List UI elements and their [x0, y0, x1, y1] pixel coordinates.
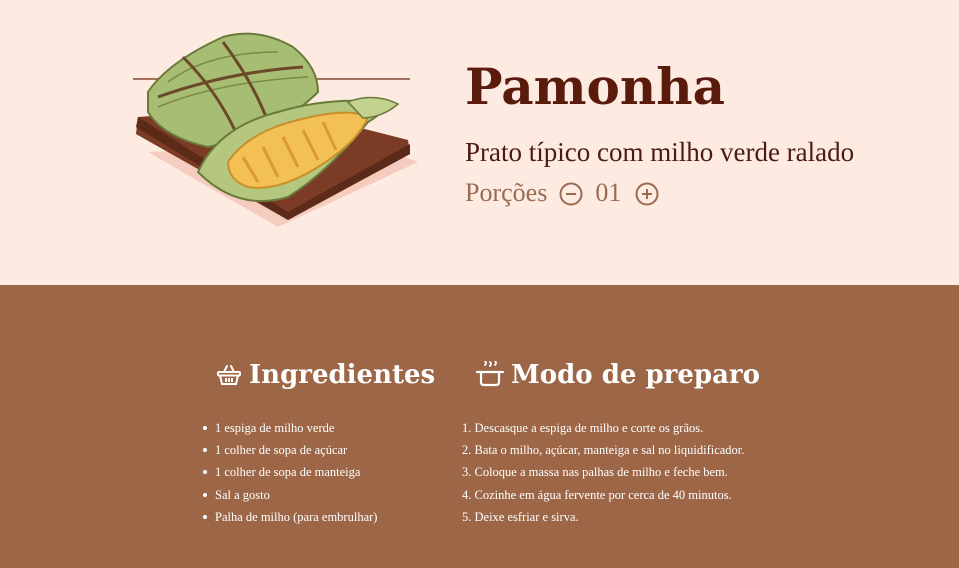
minus-circle-icon [559, 182, 583, 206]
list-item: 1 colher de sopa de manteiga [201, 461, 445, 483]
ingredients-title: Ingredientes [249, 360, 436, 390]
plus-circle-icon [635, 182, 659, 206]
increase-servings-button[interactable] [635, 181, 659, 206]
list-item: 1 colher de sopa de açúcar [201, 439, 445, 461]
recipe-header: Pamonha Prato típico com milho verde ral… [0, 0, 959, 285]
list-item: Palha de milho (para embrulhar) [201, 506, 445, 528]
list-item: 2. Bata o milho, açúcar, manteiga e sal … [462, 443, 745, 458]
basket-icon [217, 365, 241, 385]
list-item: 1 espiga de milho verde [201, 417, 445, 439]
preparation-title: Modo de preparo [511, 360, 760, 390]
list-item: 3. Coloque a massa nas palhas de milho e… [462, 465, 728, 480]
ingredients-section: Ingredientes 1 espiga de milho verde 1 c… [203, 355, 445, 528]
list-item: Sal a gosto [201, 484, 445, 506]
cooking-pot-icon [475, 361, 505, 387]
servings-count: 01 [595, 178, 622, 207]
list-item: 1. Descasque a espiga de milho e corte o… [462, 421, 704, 435]
page-title: Pamonha [465, 57, 726, 116]
servings-label: Porções [465, 178, 548, 207]
preparation-steps: 1. Descasque a espiga de milho e corte o… [462, 417, 805, 528]
ingredients-list: 1 espiga de milho verde 1 colher de sopa… [201, 417, 445, 528]
ingredients-header: Ingredientes [215, 355, 445, 395]
pamonha-illustration [133, 32, 418, 227]
preparation-header: Modo de preparo [475, 355, 805, 395]
preparation-section: Modo de preparo 1. Descasque a espiga de… [462, 355, 805, 528]
recipe-subtitle: Prato típico com milho verde ralado [465, 137, 855, 167]
servings-control: Porções 01 [465, 176, 854, 210]
list-item: 5. Deixe esfriar e sirva. [462, 509, 579, 524]
decrease-servings-button[interactable] [559, 181, 583, 206]
list-item: 4. Cozinhe em água fervente por cerca de… [462, 487, 732, 502]
